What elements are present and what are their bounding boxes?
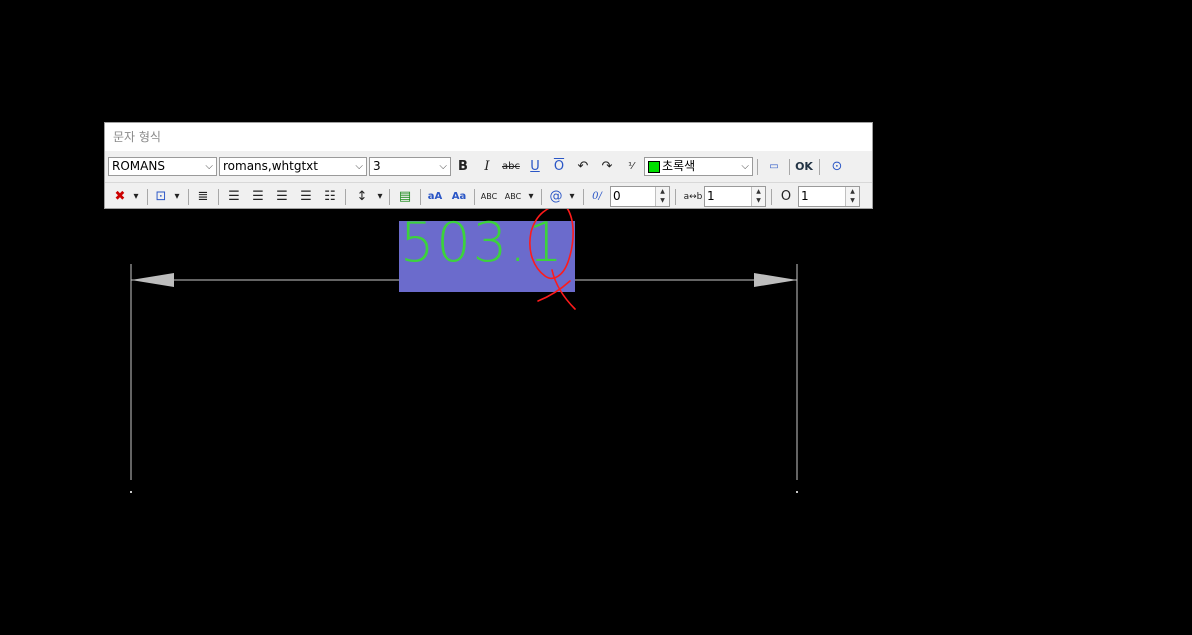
separator bbox=[819, 159, 820, 175]
separator bbox=[541, 189, 542, 205]
spin-arrows-icon[interactable]: ▲ ▼ bbox=[751, 187, 765, 206]
lowercase-button[interactable]: Aa bbox=[448, 186, 470, 208]
separator bbox=[218, 189, 219, 205]
arrowhead-right bbox=[754, 273, 797, 287]
align-right-icon[interactable]: ☰ bbox=[271, 186, 293, 208]
chevron-down-icon[interactable]: ▾ bbox=[561, 186, 583, 208]
drawing-canvas[interactable] bbox=[0, 0, 1192, 635]
italic-button[interactable]: I bbox=[476, 156, 498, 178]
insert-field-icon[interactable]: ▤ bbox=[394, 186, 416, 208]
underline-button[interactable]: U bbox=[524, 156, 546, 178]
distribute-icon[interactable]: ☷ bbox=[319, 186, 341, 208]
chevron-down-icon: ⌵ bbox=[355, 161, 363, 172]
width-factor-value: 1 bbox=[801, 189, 809, 203]
justify-icon[interactable]: ☰ bbox=[295, 186, 317, 208]
tracking-value: 1 bbox=[707, 189, 715, 203]
text-style-value: ROMANS bbox=[112, 159, 165, 173]
chevron-down-icon: ⌵ bbox=[741, 161, 749, 172]
tracking-label: a↔b bbox=[683, 192, 703, 202]
separator bbox=[147, 189, 148, 205]
separator bbox=[675, 189, 676, 205]
spin-arrows-icon[interactable]: ▲ ▼ bbox=[845, 187, 859, 206]
chevron-down-icon[interactable]: ▾ bbox=[369, 186, 391, 208]
chevron-down-icon[interactable]: ▾ bbox=[520, 186, 542, 208]
oblique-angle-input[interactable]: 0 ▲ ▼ bbox=[610, 186, 670, 207]
align-center-icon[interactable]: ☰ bbox=[247, 186, 269, 208]
arrowhead-left bbox=[131, 273, 174, 287]
align-left-icon[interactable]: ☰ bbox=[223, 186, 245, 208]
text-height-value: 3 bbox=[373, 159, 381, 173]
uppercase-button[interactable]: aA bbox=[424, 186, 446, 208]
spellcheck-button[interactable]: ABC bbox=[478, 186, 500, 208]
oblique-angle-value: 0 bbox=[613, 189, 621, 203]
bold-button[interactable]: B bbox=[452, 156, 474, 178]
strikethrough-button[interactable]: abc bbox=[500, 156, 522, 178]
text-style-dropdown[interactable]: ROMANS ⌵ bbox=[108, 157, 217, 176]
text-height-dropdown[interactable]: 3 ⌵ bbox=[369, 157, 451, 176]
separator bbox=[345, 189, 346, 205]
redo-icon[interactable]: ↷ bbox=[596, 156, 618, 178]
chevron-down-icon: ⌵ bbox=[205, 161, 213, 172]
toolbar-row-2: ✖ ▾ ⊡ ▾ ≣ ☰ ☰ ☰ ☰ ☷ ↕ ▾ ▤ aA Aa ABC ABC … bbox=[105, 182, 872, 211]
spin-arrows-icon[interactable]: ▲ ▼ bbox=[655, 187, 669, 206]
chevron-down-icon[interactable]: ▾ bbox=[125, 186, 147, 208]
width-factor-input[interactable]: 1 ▲ ▼ bbox=[798, 186, 860, 207]
paragraph-icon[interactable]: ≣ bbox=[192, 186, 214, 208]
chevron-down-icon: ⌵ bbox=[439, 161, 447, 172]
extension-origin-right bbox=[796, 491, 798, 493]
dimension-text[interactable]: 503.1 bbox=[400, 213, 565, 273]
font-value: romans,whtgtxt bbox=[223, 159, 318, 173]
separator bbox=[583, 189, 584, 205]
color-swatch bbox=[648, 160, 660, 173]
text-color-value: 초록색 bbox=[662, 159, 696, 173]
font-dropdown[interactable]: romans,whtgtxt ⌵ bbox=[219, 157, 367, 176]
oblique-angle-label: 0/ bbox=[592, 191, 602, 202]
tracking-input[interactable]: 1 ▲ ▼ bbox=[704, 186, 766, 207]
undo-icon[interactable]: ↶ bbox=[572, 156, 594, 178]
separator bbox=[474, 189, 475, 205]
text-color-dropdown[interactable]: 초록색 ⌵ bbox=[644, 157, 753, 176]
separator bbox=[771, 189, 772, 205]
toolbar-title: 문자 형식 bbox=[105, 123, 872, 151]
width-factor-label: O bbox=[780, 189, 792, 204]
separator bbox=[420, 189, 421, 205]
text-formatting-toolbar[interactable]: 문자 형식 ROMANS ⌵ romans,whtgtxt ⌵ 3 ⌵ B I … bbox=[104, 122, 873, 209]
separator bbox=[789, 159, 790, 175]
separator bbox=[389, 189, 390, 205]
stack-fraction-icon[interactable]: ⅟ bbox=[620, 156, 642, 178]
options-icon[interactable]: ⊙ bbox=[826, 156, 848, 178]
separator bbox=[757, 159, 758, 175]
ruler-icon[interactable]: ▭ bbox=[763, 156, 785, 178]
overline-button[interactable]: O bbox=[548, 156, 570, 178]
chevron-down-icon[interactable]: ▾ bbox=[166, 186, 188, 208]
toolbar-row-1: ROMANS ⌵ romans,whtgtxt ⌵ 3 ⌵ B I abc U … bbox=[105, 153, 872, 181]
extension-origin-left bbox=[130, 491, 132, 493]
separator bbox=[188, 189, 189, 205]
ok-button[interactable]: OK bbox=[793, 156, 815, 178]
